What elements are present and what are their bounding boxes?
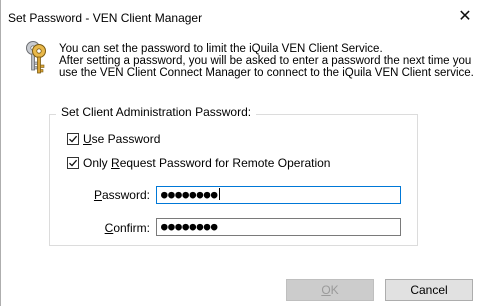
label-rest: assword: [101,188,150,202]
password-input[interactable]: ●●●●●●●● [156,186,401,204]
set-password-dialog: Set Password - VEN Client Manager ✕ You … [0,0,485,306]
checkmark-icon [69,135,78,143]
password-label: Password: [90,188,150,202]
mnemonic: U [83,132,92,146]
label-prefix: Only [83,156,112,170]
window-title: Set Password - VEN Client Manager [8,11,203,25]
title-bar[interactable]: Set Password - VEN Client Manager ✕ [0,0,485,34]
mnemonic: C [104,221,114,235]
mnemonic: O [321,283,331,297]
mnemonic: R [111,156,120,170]
close-icon[interactable]: ✕ [453,7,477,27]
remote-only-label: Only Request Password for Remote Operati… [83,156,330,170]
keys-icon [26,41,46,74]
password-value: ●●●●●●●● [161,188,218,201]
info-line-3: use the VEN Client Connect Manager to co… [59,67,474,79]
group-legend: Set Client Administration Password: [56,105,257,119]
checkbox-box[interactable] [67,157,79,169]
remote-only-checkbox[interactable]: Only Request Password for Remote Operati… [67,156,330,170]
mnemonic: P [93,188,102,202]
info-text: You can set the password to limit the iQ… [59,43,479,79]
label-rest: onfirm: [113,221,150,235]
label-rest: se Password [91,132,161,146]
window-border [0,0,1,306]
info-line-2: After setting a password, you will be as… [59,55,472,67]
confirm-input[interactable]: ●●●●●●●● [156,218,401,236]
confirm-value: ●●●●●●●● [161,220,218,233]
use-password-checkbox[interactable]: Use Password [67,132,160,146]
info-line-1: You can set the password to limit the iQ… [59,43,383,55]
label-rest: equest Password for Remote Operation [119,156,331,170]
label-rest: K [330,283,339,297]
ok-button[interactable]: OK [286,279,374,301]
text-caret [218,188,220,200]
confirm-label: Confirm: [90,221,150,235]
use-password-label: Use Password [83,132,160,146]
cancel-button[interactable]: Cancel [385,279,473,301]
checkmark-icon [69,159,78,167]
checkbox-box[interactable] [67,133,79,145]
